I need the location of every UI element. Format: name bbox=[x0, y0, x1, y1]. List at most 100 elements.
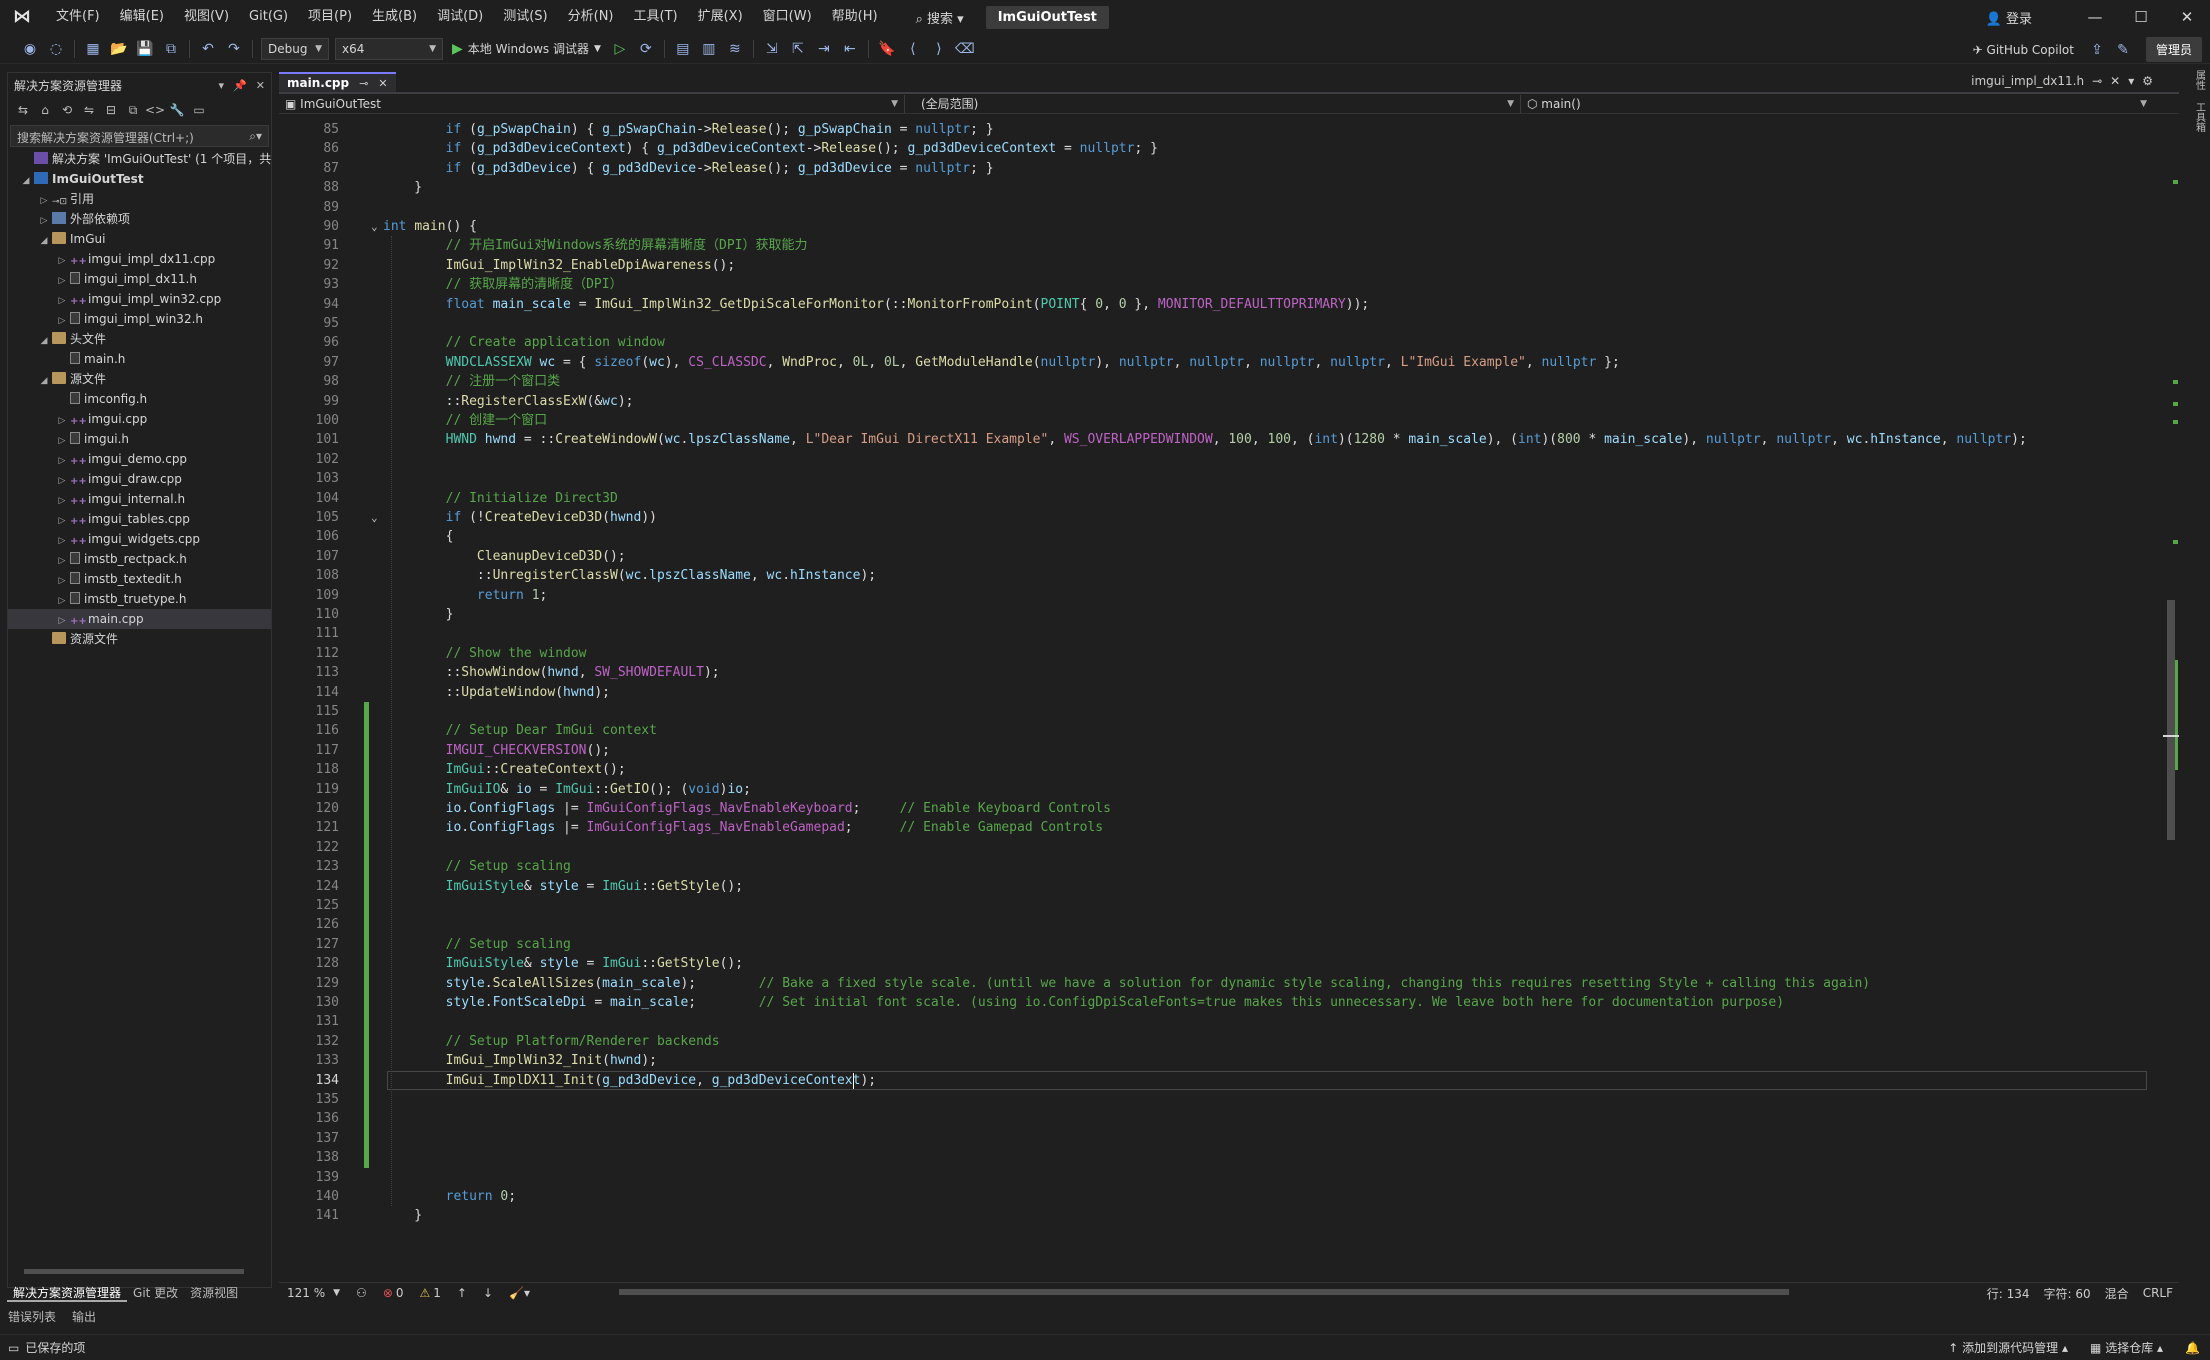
tree-item[interactable]: ▷ ++imgui_tables.cpp bbox=[8, 509, 271, 529]
tree-item[interactable]: ▷ imstb_textedit.h bbox=[8, 569, 271, 589]
pin-icon[interactable]: ⊸ bbox=[2092, 74, 2102, 88]
tree-item[interactable]: ▷ imstb_truetype.h bbox=[8, 589, 271, 609]
scroll-thumb[interactable] bbox=[24, 1269, 244, 1274]
toolbar-tool-icon[interactable]: ▤ bbox=[671, 37, 695, 61]
zoom-select[interactable]: 121 % ▼ bbox=[287, 1286, 340, 1300]
undo-icon[interactable]: ↶ bbox=[196, 37, 220, 61]
column-indicator[interactable]: 字符: 60 bbox=[2044, 1285, 2091, 1302]
code-cleanup-icon[interactable]: 🧹▾ bbox=[509, 1286, 530, 1300]
open-folder-icon[interactable]: 📂 bbox=[107, 37, 131, 61]
start-without-debugging-icon[interactable]: ▷ bbox=[608, 37, 632, 61]
scroll-thumb[interactable] bbox=[2167, 600, 2175, 840]
panel-tab[interactable]: Git 更改 bbox=[127, 1282, 184, 1302]
share-icon[interactable]: ⇪ bbox=[2085, 38, 2109, 62]
tree-item[interactable]: ▷ imgui_impl_win32.h bbox=[8, 309, 271, 329]
tree-item[interactable]: ▷ ++imgui_impl_win32.cpp bbox=[8, 289, 271, 309]
collapsed-chevron-icon[interactable]: ▷ bbox=[56, 251, 68, 269]
collapsed-chevron-icon[interactable]: ▷ bbox=[56, 451, 68, 469]
bookmark-next-icon[interactable]: ⟩ bbox=[927, 37, 951, 61]
save-icon[interactable]: 💾 bbox=[133, 37, 157, 61]
close-icon[interactable]: ✕ bbox=[256, 79, 265, 92]
tree-item[interactable]: ◢ ImGuiOutTest bbox=[8, 169, 271, 189]
navigate-back-icon[interactable]: ◉ bbox=[18, 37, 42, 61]
show-all-files-icon[interactable]: ⧉ bbox=[123, 100, 143, 120]
new-project-icon[interactable]: ▦ bbox=[81, 37, 105, 61]
solution-explorer-search-input[interactable]: 搜索解决方案资源管理器(Ctrl+;) ⌕▾ bbox=[10, 125, 269, 147]
home-icon[interactable]: ⌂ bbox=[35, 100, 55, 120]
redo-icon[interactable]: ↷ bbox=[222, 37, 246, 61]
scope-navigation-select[interactable]: (全局范围) ▼ bbox=[905, 94, 1521, 113]
close-icon[interactable]: ✕ bbox=[2110, 74, 2120, 88]
tab-main-cpp[interactable]: main.cpp ⊸ ✕ bbox=[279, 72, 396, 92]
pin-icon[interactable]: 📌 bbox=[233, 79, 247, 92]
expanded-chevron-icon[interactable]: ◢ bbox=[38, 371, 50, 389]
properties-wrench-icon[interactable]: 🔧 bbox=[167, 100, 187, 120]
tree-item[interactable]: ◢ ImGui bbox=[8, 229, 271, 249]
fold-toggle-icon[interactable]: ⌄ bbox=[371, 508, 378, 527]
github-copilot-button[interactable]: ✈ GitHub Copilot bbox=[1973, 43, 2074, 57]
expanded-chevron-icon[interactable]: ◢ bbox=[38, 231, 50, 249]
minimize-icon[interactable]: — bbox=[2072, 0, 2118, 34]
bookmark-clear-icon[interactable]: ⌫ bbox=[953, 37, 977, 61]
collapsed-chevron-icon[interactable]: ▷ bbox=[56, 531, 68, 549]
tree-item[interactable]: 解决方案 'ImGuiOutTest' (1 个项目，共 1 bbox=[8, 149, 271, 169]
dropdown-icon[interactable]: ▾ bbox=[219, 79, 225, 92]
copilot-status-icon[interactable]: ⚇ bbox=[356, 1286, 367, 1300]
toolbar-tool-icon[interactable]: ≋ bbox=[723, 37, 747, 61]
platform-select[interactable]: x64 ▼ bbox=[335, 37, 443, 60]
login-button[interactable]: 👤 登录 bbox=[1986, 8, 2032, 27]
tree-item[interactable]: 资源文件 bbox=[8, 629, 271, 649]
next-issue-icon[interactable]: ↓ bbox=[483, 1286, 493, 1300]
outdent-icon[interactable]: ⇤ bbox=[838, 37, 862, 61]
expanded-chevron-icon[interactable]: ◢ bbox=[38, 331, 50, 349]
pin-icon[interactable]: ⊸ bbox=[359, 77, 368, 90]
administrator-badge[interactable]: 管理员 bbox=[2145, 37, 2202, 62]
tree-item[interactable]: ▷ imgui.h bbox=[8, 429, 271, 449]
menu-item[interactable]: 扩展(X) bbox=[688, 0, 753, 34]
tree-item[interactable]: ◢ 头文件 bbox=[8, 329, 271, 349]
indent-icon[interactable]: ⇥ bbox=[812, 37, 836, 61]
menu-item[interactable]: 分析(N) bbox=[558, 0, 624, 34]
configuration-select[interactable]: Debug ▼ bbox=[261, 37, 329, 60]
menu-item[interactable]: 编辑(E) bbox=[110, 0, 174, 34]
save-all-icon[interactable]: ⧉ bbox=[159, 37, 183, 61]
fold-toggle-icon[interactable]: ⌄ bbox=[371, 217, 378, 236]
collapsed-chevron-icon[interactable]: ▷ bbox=[56, 411, 68, 429]
solution-explorer-horizontal-scrollbar[interactable] bbox=[14, 1266, 262, 1276]
project-navigation-select[interactable]: ▣ ImGuiOutTest ▼ bbox=[279, 94, 905, 113]
tree-item[interactable]: ◢ 源文件 bbox=[8, 369, 271, 389]
close-icon[interactable]: ✕ bbox=[378, 77, 387, 90]
menu-item[interactable]: 项目(P) bbox=[298, 0, 362, 34]
hot-reload-icon[interactable]: ⟳ bbox=[634, 37, 658, 61]
menu-item[interactable]: 生成(B) bbox=[362, 0, 427, 34]
menu-item[interactable]: 调试(D) bbox=[427, 0, 493, 34]
sync-icon[interactable]: ⇋ bbox=[79, 100, 99, 120]
bottom-tab[interactable]: 错误列表 bbox=[0, 1306, 64, 1326]
step-icon[interactable]: ⇱ bbox=[786, 37, 810, 61]
line-ending[interactable]: CRLF bbox=[2143, 1286, 2173, 1300]
collapsed-chevron-icon[interactable]: ▷ bbox=[38, 191, 50, 209]
menu-item[interactable]: 视图(V) bbox=[174, 0, 239, 34]
tree-item[interactable]: ▷ ++imgui_draw.cpp bbox=[8, 469, 271, 489]
panel-tab[interactable]: 资源视图 bbox=[184, 1282, 244, 1302]
tree-item[interactable]: main.h bbox=[8, 349, 271, 369]
tree-item[interactable]: ▷ ++imgui_internal.h bbox=[8, 489, 271, 509]
collapsed-chevron-icon[interactable]: ▷ bbox=[56, 591, 68, 609]
select-repository-button[interactable]: ▦ 选择仓库 ▴ bbox=[2090, 1339, 2163, 1356]
collapsed-chevron-icon[interactable]: ▷ bbox=[56, 551, 68, 569]
code-icon[interactable]: <> bbox=[145, 100, 165, 120]
tree-item[interactable]: imconfig.h bbox=[8, 389, 271, 409]
feedback-icon[interactable]: ✎ bbox=[2111, 38, 2135, 62]
preview-tab[interactable]: imgui_impl_dx11.h ⊸ ✕ ▾ ⚙ bbox=[1963, 74, 2153, 88]
tree-item[interactable]: ▷ 外部依赖项 bbox=[8, 209, 271, 229]
collapsed-chevron-icon[interactable]: ▷ bbox=[38, 211, 50, 229]
maximize-icon[interactable]: ☐ bbox=[2118, 0, 2164, 34]
settings-gear-icon[interactable]: ⚙ bbox=[2142, 74, 2153, 88]
editor-vertical-scrollbar[interactable] bbox=[2163, 120, 2179, 1260]
collapsed-chevron-icon[interactable]: ▷ bbox=[56, 291, 68, 309]
menu-item[interactable]: 文件(F) bbox=[46, 0, 110, 34]
errors-indicator[interactable]: ⊗ 0 bbox=[383, 1286, 404, 1300]
bottom-tab[interactable]: 输出 bbox=[64, 1306, 104, 1326]
close-window-icon[interactable]: ✕ bbox=[2164, 0, 2210, 34]
tree-item[interactable]: ▷ imstb_rectpack.h bbox=[8, 549, 271, 569]
